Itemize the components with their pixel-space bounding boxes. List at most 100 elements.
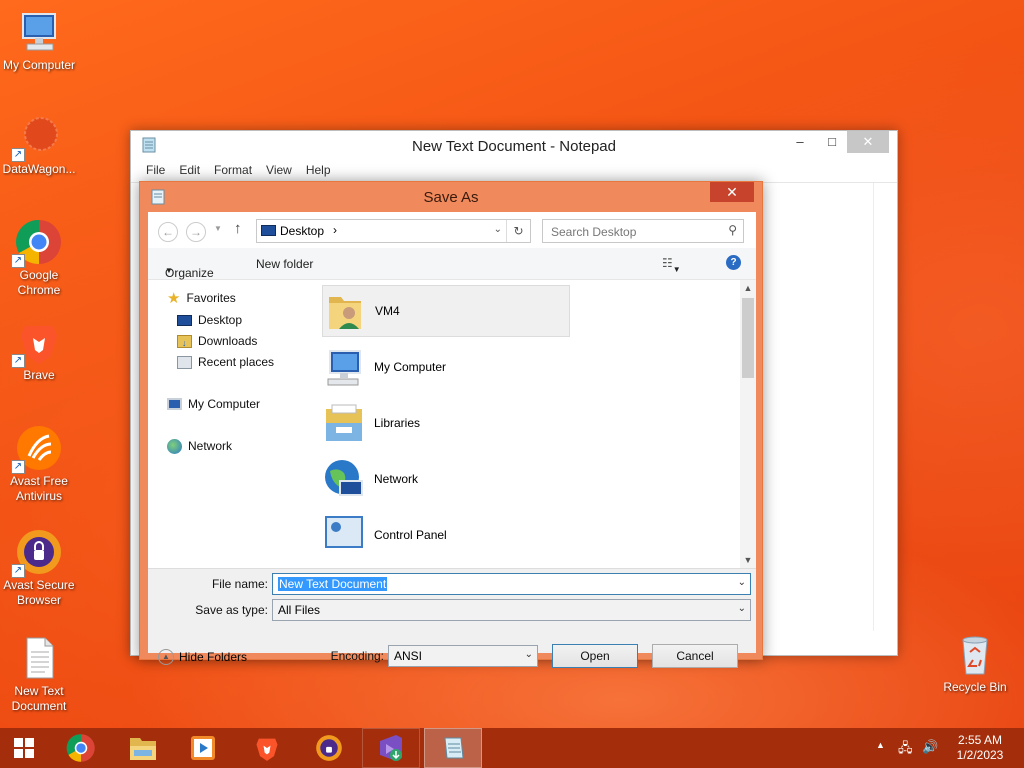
forward-button[interactable]: → [186,222,206,242]
nav-my-computer-label: My Computer [188,397,261,411]
file-name-label: File name: [211,577,268,591]
desktop-icon-avast[interactable]: ↗ Avast Free Antivirus [0,424,78,504]
menu-edit[interactable]: Edit [172,161,207,182]
desktop-icon-label: My Computer [2,58,76,72]
help-icon[interactable]: ? [726,255,741,270]
refresh-icon[interactable]: ↻ [506,220,530,242]
nav-favorites-label: Favorites [186,291,236,305]
clock[interactable]: 2:55 AM 1/2/2023 [944,733,1016,763]
star-icon: ★ [167,290,181,307]
shortcut-arrow-icon: ↗ [11,354,25,368]
show-hidden-icons-button[interactable]: ▲ [876,740,885,750]
brave-icon [256,738,278,761]
scroll-thumb[interactable] [742,298,754,378]
network-icon [322,457,366,501]
recent-locations-dropdown-icon[interactable]: ▼ [214,224,222,233]
clock-time: 2:55 AM [957,733,1003,747]
taskbar-chrome[interactable] [52,728,110,768]
file-item-label: Control Panel [374,528,447,542]
save-as-dialog[interactable]: Save As ✕ ← → ▼ ↑ Desktop › ⌄ ↻ Search D… [139,181,763,668]
shortcut-arrow-icon: ↗ [11,254,25,268]
save-as-title-bar[interactable]: Save As ✕ [140,182,762,212]
close-button[interactable]: ✕ [847,131,889,153]
nav-network-label: Network [188,439,233,453]
minimize-button[interactable]: – [783,131,817,153]
address-bar: ← → ▼ ↑ Desktop › ⌄ ↻ Search Desktop ⚲ [148,212,756,248]
desktop-icon-datawagon[interactable]: ↗ DataWagon... [0,112,78,177]
start-button[interactable] [0,728,48,768]
desktop-icon-brave[interactable]: ↗ Brave [0,318,78,383]
desktop-icon-avast-browser[interactable]: ↗ Avast Secure Browser [0,528,78,608]
view-options-icon[interactable]: ☷ ▼ [662,256,681,274]
volume-icon[interactable]: 🔊 [922,739,938,755]
up-button[interactable]: ↑ [234,220,242,237]
desktop-location-icon [261,225,276,236]
desktop-icon-label: Recycle Bin [943,680,1007,694]
encoding-value: ANSI [394,649,423,663]
nav-desktop-label: Desktop [198,313,243,327]
encoding-select[interactable]: ANSI ⌄ [388,645,538,667]
nav-my-computer[interactable]: My Computer [167,395,260,413]
path-box[interactable]: Desktop › ⌄ ↻ [256,219,531,243]
desktop-icon-chrome[interactable]: ↗ Google Chrome [0,218,78,298]
menu-file[interactable]: File [139,161,172,182]
notepad-vertical-scrollbar[interactable] [873,183,889,631]
taskbar-file-explorer[interactable] [114,728,172,768]
maximize-button[interactable]: □ [815,131,849,153]
taskbar-media-player[interactable] [174,728,232,768]
open-button[interactable]: Open [552,644,638,668]
menu-format[interactable]: Format [207,161,259,182]
chevron-down-icon[interactable]: ⌄ [525,649,533,660]
chevron-down-icon[interactable]: ⌄ [738,577,746,588]
path-dropdown-icon[interactable]: ⌄ [494,224,502,235]
file-item-libraries[interactable]: Libraries [322,397,570,449]
file-name-input[interactable]: New Text Document ⌄ [272,573,751,595]
cancel-button[interactable]: Cancel [652,644,738,668]
scroll-down-arrow-icon[interactable]: ▼ [740,552,756,568]
back-button[interactable]: ← [158,222,178,242]
menu-help[interactable]: Help [299,161,338,182]
desktop-icon-label: Avast Free Antivirus [10,474,68,503]
text-document-icon [15,634,63,682]
taskbar-brave[interactable] [238,728,296,768]
desktop-icon [177,314,192,326]
shortcut-arrow-icon: ↗ [11,564,25,578]
file-list-scrollbar[interactable]: ▲ ▼ [740,280,756,568]
nav-network[interactable]: Network [167,437,232,455]
shortcut-arrow-icon: ↗ [11,148,25,162]
scroll-up-arrow-icon[interactable]: ▲ [740,280,756,296]
save-as-type-select[interactable]: All Files ⌄ [272,599,751,621]
nav-favorites[interactable]: ★ Favorites [167,289,236,307]
hide-folders-button[interactable]: ▲ Hide Folders [158,649,247,665]
file-item-network[interactable]: Network [322,453,570,505]
search-input[interactable]: Search Desktop ⚲ [542,219,744,243]
notepad-title-bar[interactable]: New Text Document - Notepad – □ ✕ [131,131,897,161]
desktop-icon-label: Brave [23,368,55,382]
network-tray-icon[interactable]: 🖧 [898,739,914,755]
notepad-icon [444,737,464,759]
control-panel-icon [322,513,366,557]
desktop-icon-recycle-bin[interactable]: Recycle Bin [936,630,1014,695]
taskbar-visual-studio-installer[interactable] [362,728,420,768]
path-separator-icon[interactable]: › [333,223,337,237]
file-item-my-computer[interactable]: My Computer [322,341,570,393]
new-folder-button[interactable]: New folder [256,257,313,271]
desktop-icon-label: Google Chrome [17,268,61,297]
nav-recent-places[interactable]: Recent places [177,353,274,371]
media-player-icon [191,736,215,760]
nav-downloads[interactable]: ↓ Downloads [177,332,257,350]
menu-view[interactable]: View [259,161,299,182]
taskbar: ▲ 🖧 🔊 2:55 AM 1/2/2023 [0,728,1024,768]
taskbar-avast-browser[interactable] [300,728,358,768]
file-item-label: VM4 [375,304,400,318]
chevron-down-icon[interactable]: ⌄ [738,603,746,614]
desktop-icon-text-document[interactable]: New Text Document [0,634,78,714]
taskbar-notepad[interactable] [424,728,482,768]
desktop-icon-my-computer[interactable]: My Computer [0,8,78,73]
path-desktop-label[interactable]: Desktop [280,224,324,238]
file-item-vm4[interactable]: VM4 [322,285,570,337]
save-as-close-button[interactable]: ✕ [710,182,754,202]
nav-desktop[interactable]: Desktop [177,311,242,329]
file-item-label: Libraries [374,416,421,430]
file-item-control-panel[interactable]: Control Panel [322,509,570,561]
